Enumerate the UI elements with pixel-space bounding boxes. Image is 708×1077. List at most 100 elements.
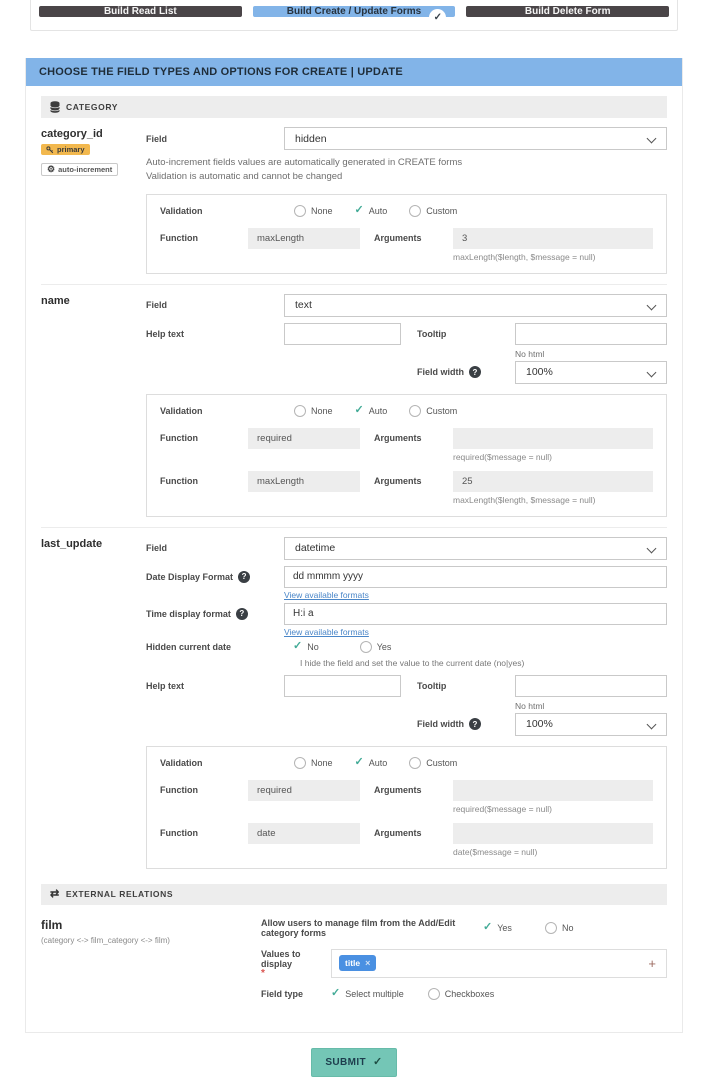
select-multiple-radio[interactable]: ✓ Select multiple xyxy=(331,988,404,1000)
validation-auto-radio[interactable]: ✓ Auto xyxy=(355,405,388,416)
function-signature-hint: required($message = null) xyxy=(453,451,552,462)
relation-name: film xyxy=(41,917,63,932)
arguments-label: Arguments xyxy=(374,433,422,444)
hidden-date-yes-radio[interactable]: Yes xyxy=(359,640,391,653)
field-width-label: Field width? xyxy=(401,718,515,731)
validation-none-radio[interactable]: None xyxy=(294,404,333,417)
function-signature-hint: maxLength($length, $message = null) xyxy=(453,251,596,262)
field-width-select[interactable]: 100% xyxy=(515,712,667,736)
help-icon[interactable]: ? xyxy=(469,366,481,379)
field-label: Field xyxy=(146,300,168,311)
view-time-formats-link[interactable]: View available formats xyxy=(284,627,667,637)
values-to-display-box[interactable]: title × + xyxy=(331,948,667,978)
arguments-label: Arguments xyxy=(374,828,422,839)
help-text-input[interactable] xyxy=(284,322,401,345)
arguments-input[interactable] xyxy=(453,427,653,449)
radio-icon xyxy=(294,756,306,769)
required-asterisk: * xyxy=(261,968,265,980)
time-format-input[interactable] xyxy=(284,602,667,625)
validation-custom-radio[interactable]: Custom xyxy=(409,756,457,769)
field-type-select[interactable]: hidden xyxy=(284,127,667,150)
function-label: Function xyxy=(160,785,198,796)
function-label: Function xyxy=(160,433,198,444)
function-input[interactable] xyxy=(248,227,360,249)
function-input[interactable] xyxy=(248,779,360,801)
view-date-formats-link[interactable]: View available formats xyxy=(284,590,667,600)
page-title: CHOOSE THE FIELD TYPES AND OPTIONS FOR C… xyxy=(26,58,682,86)
radio-icon xyxy=(359,640,372,653)
step-label: Build Read List xyxy=(103,6,177,17)
radio-icon xyxy=(294,404,306,417)
help-text-label: Help text xyxy=(146,328,185,339)
help-icon[interactable]: ? xyxy=(238,570,251,583)
submit-button[interactable]: SUBMIT ✓ xyxy=(311,1047,397,1077)
field-width-label: Field width? xyxy=(401,366,515,379)
check-icon: ✓ xyxy=(293,640,303,653)
submit-row: SUBMIT ✓ xyxy=(0,1047,708,1077)
validation-label: Validation xyxy=(160,205,203,216)
validation-custom-radio[interactable]: Custom xyxy=(409,204,457,217)
field-type-select[interactable]: datetime xyxy=(284,536,667,560)
validation-label: Validation xyxy=(160,757,203,768)
date-format-input[interactable] xyxy=(284,565,667,588)
step-build-read-list[interactable]: Build Read List xyxy=(39,6,242,17)
section-title: EXTERNAL RELATIONS xyxy=(65,889,174,900)
field-block-category-id: category_id primary ⚙ auto-increment Fie… xyxy=(41,118,667,284)
tooltip-input[interactable] xyxy=(515,322,667,345)
hidden-date-note: I hide the field and set the value to th… xyxy=(300,657,525,668)
auto-increment-note: Auto-increment fields values are automat… xyxy=(146,157,463,182)
gear-icon: ⚙ xyxy=(47,163,56,174)
checkboxes-radio[interactable]: Checkboxes xyxy=(427,987,494,1000)
auto-increment-badge: ⚙ auto-increment xyxy=(41,162,119,176)
field-type-select[interactable]: text xyxy=(284,293,667,317)
arguments-input[interactable] xyxy=(453,822,653,844)
field-block-name: name Field text Help text Tooltip No htm… xyxy=(41,283,667,527)
function-label: Function xyxy=(160,828,198,839)
submit-check-icon: ✓ xyxy=(373,1055,383,1068)
help-icon[interactable]: ? xyxy=(469,718,481,731)
tooltip-label: Tooltip xyxy=(417,680,447,691)
arguments-input[interactable] xyxy=(453,779,653,801)
hidden-date-no-radio[interactable]: ✓ No xyxy=(293,641,319,653)
field-width-select[interactable]: 100% xyxy=(515,360,667,384)
help-icon[interactable]: ? xyxy=(235,607,248,620)
no-html-note: No html xyxy=(515,700,545,711)
wizard-steps: Build Read List ✓ Build Create / Update … xyxy=(30,0,678,31)
primary-key-badge: primary xyxy=(41,144,90,155)
manage-yes-radio[interactable]: ✓ Yes xyxy=(483,922,545,933)
check-icon: ✓ xyxy=(354,204,364,217)
validation-custom-radio[interactable]: Custom xyxy=(409,404,457,417)
field-type-label: Field type xyxy=(261,988,304,999)
arguments-input[interactable] xyxy=(453,227,653,249)
function-signature-hint: date($message = null) xyxy=(453,846,538,857)
manage-no-radio[interactable]: No xyxy=(545,921,667,934)
validation-auto-radio[interactable]: ✓ Auto xyxy=(355,205,388,216)
field-label: Field xyxy=(146,133,168,144)
help-text-label: Help text xyxy=(146,680,185,691)
section-external-relations: ⇄ EXTERNAL RELATIONS xyxy=(41,883,667,905)
value-chip-title[interactable]: title × xyxy=(339,955,377,972)
step-label: Build Create / Update Forms xyxy=(286,6,422,17)
tooltip-input[interactable] xyxy=(515,674,667,697)
help-text-input[interactable] xyxy=(284,674,401,697)
step-build-create-update[interactable]: ✓ Build Create / Update Forms xyxy=(252,6,456,26)
radio-icon xyxy=(409,756,422,769)
function-input[interactable] xyxy=(248,470,360,492)
relation-block-film: film (category <-> film_category <-> fil… xyxy=(41,905,667,1014)
arguments-input[interactable] xyxy=(453,470,653,492)
step-build-delete-form[interactable]: Build Delete Form xyxy=(466,6,670,17)
validation-auto-radio[interactable]: ✓ Auto xyxy=(355,757,388,768)
validation-none-radio[interactable]: None xyxy=(294,756,333,769)
function-signature-hint: required($message = null) xyxy=(453,803,552,814)
add-value-icon[interactable]: + xyxy=(648,956,656,971)
field-label: Field xyxy=(146,543,168,554)
function-input[interactable] xyxy=(248,427,360,449)
validation-box: Validation None ✓Auto Custom Function Ar… xyxy=(146,393,667,517)
function-input[interactable] xyxy=(248,822,360,844)
chip-remove-icon[interactable]: × xyxy=(365,958,370,968)
key-icon xyxy=(46,145,54,153)
field-name: last_update xyxy=(41,537,103,550)
check-icon: ✓ xyxy=(483,921,493,934)
relations-icon: ⇄ xyxy=(50,887,60,900)
validation-none-radio[interactable]: None xyxy=(294,204,333,217)
